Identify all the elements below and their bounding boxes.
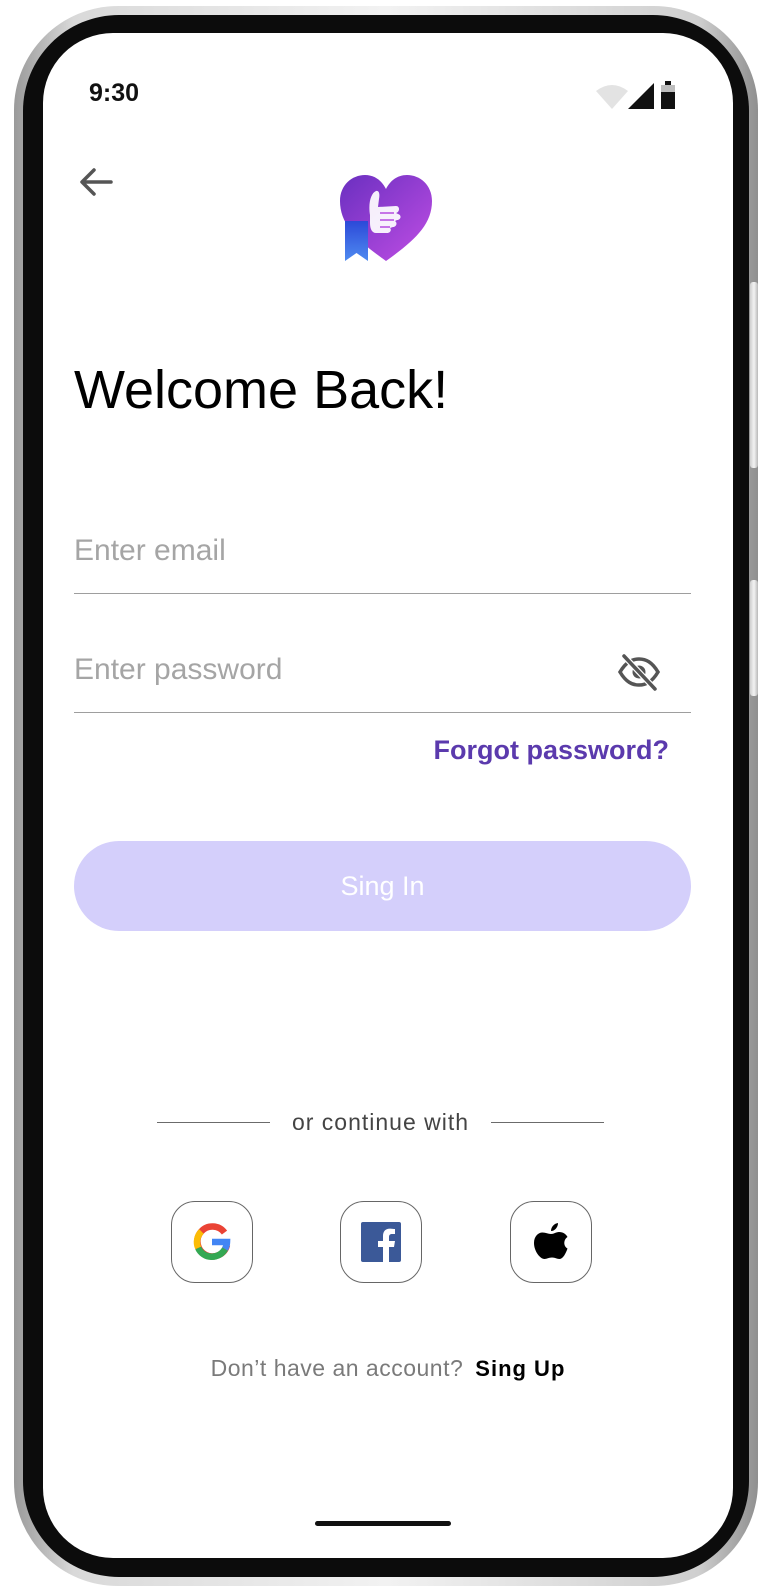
google-icon [193,1223,231,1261]
sign-up-prompt: Don’t have an account? [210,1355,464,1381]
divider-line-left [157,1121,270,1123]
sign-up-link[interactable]: Sing Up [475,1356,565,1382]
apple-sign-in-button[interactable] [510,1201,592,1283]
eye-off-icon [617,653,661,692]
home-indicator[interactable] [315,1521,451,1526]
status-icons [596,81,675,109]
volume-button [750,580,758,696]
sign-up-row: Don’t have an account? Sing Up [43,1355,733,1382]
password-field-container [74,633,691,713]
apple-icon [534,1223,568,1259]
page-title: Welcome Back! [74,360,449,420]
forgot-password-link[interactable]: Forgot password? [434,735,670,766]
social-divider: or continue with [157,1104,604,1140]
password-input[interactable] [74,647,594,693]
cellular-signal-icon [628,83,654,109]
arrow-left-icon [80,168,113,196]
google-sign-in-button[interactable] [171,1201,253,1283]
app-logo [340,175,432,261]
battery-icon [661,81,675,109]
facebook-sign-in-button[interactable] [340,1201,422,1283]
email-input[interactable] [74,528,594,574]
password-visibility-toggle[interactable] [614,647,664,697]
divider-line-right [491,1121,604,1123]
facebook-icon [361,1222,401,1262]
sign-in-button[interactable]: Sing In [74,841,691,931]
app-screen: 9:30 Welcome Back! Enter email Forgot pa… [43,33,733,1558]
power-button [750,282,758,468]
back-button[interactable] [71,157,121,207]
divider-text: or continue with [291,1108,470,1135]
status-time: 9:30 [89,79,140,107]
wifi-icon [596,85,628,109]
email-field-container [74,514,691,594]
